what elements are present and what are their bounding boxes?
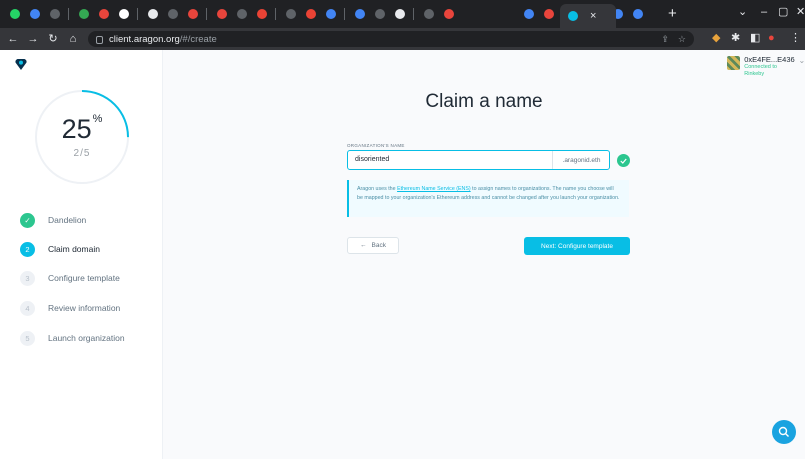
ens-info-box: Aragon uses the Ethereum Name Service (E… bbox=[347, 180, 629, 217]
tab-favicon-icon[interactable] bbox=[188, 9, 198, 19]
home-icon[interactable]: ⌂ bbox=[66, 33, 80, 45]
tab-favicon-icon[interactable] bbox=[30, 9, 40, 19]
tab-favicon-icon[interactable] bbox=[444, 9, 454, 19]
minimize-button[interactable]: – bbox=[761, 7, 767, 18]
extensions-puzzle-icon[interactable]: ✱ bbox=[731, 33, 740, 44]
aragon-create-org-app: 25% 2/5 ✓ Dandelion 2 Claim domain 3 Con… bbox=[0, 50, 805, 459]
network-status: Connected to Rinkeby bbox=[744, 64, 777, 77]
step-label: Review information bbox=[48, 303, 121, 313]
next-configure-template-button[interactable]: Next: Configure template bbox=[524, 237, 630, 255]
tab-favicon-icon[interactable] bbox=[50, 9, 60, 19]
account-address: 0xE4FE...E436 bbox=[744, 55, 795, 64]
tab-divider bbox=[413, 8, 414, 20]
close-window-button[interactable]: ✕ bbox=[796, 7, 805, 18]
lock-icon bbox=[96, 36, 103, 44]
tab-favicon-icon[interactable] bbox=[524, 9, 534, 19]
tab-favicon-icon[interactable] bbox=[79, 9, 89, 19]
tab-favicon-icon[interactable] bbox=[375, 9, 385, 19]
url-path: /#/create bbox=[179, 33, 217, 45]
tab-search-icon[interactable]: ⌄ bbox=[738, 7, 747, 18]
back-button[interactable]: ← Back bbox=[347, 237, 399, 254]
account-identicon-icon bbox=[727, 56, 741, 70]
progress-percent: 25% bbox=[61, 113, 103, 144]
search-icon bbox=[778, 426, 789, 437]
step-label: Configure template bbox=[48, 273, 120, 283]
tab-favicon-icon[interactable] bbox=[306, 9, 316, 19]
step-label: Claim domain bbox=[48, 244, 100, 254]
tab-favicon-icon[interactable] bbox=[119, 9, 129, 19]
steps-count: 2/5 bbox=[73, 148, 91, 159]
tab-favicon-icon[interactable] bbox=[355, 9, 365, 19]
account-badge[interactable]: 0xE4FE...E436 Connected to Rinkeby ⌄ bbox=[727, 56, 805, 78]
step-claim-domain: 2 Claim domain bbox=[20, 241, 100, 257]
step-label: Launch organization bbox=[48, 333, 125, 343]
tab-favicon-icon[interactable] bbox=[148, 9, 158, 19]
step-number: 2 bbox=[20, 241, 35, 257]
back-icon[interactable]: ← bbox=[6, 33, 20, 45]
tab-favicon-icon[interactable] bbox=[395, 9, 405, 19]
aragon-favicon-icon bbox=[568, 11, 578, 21]
step-launch-organization: 5 Launch organization bbox=[20, 330, 125, 346]
org-name-value: disoriented bbox=[355, 156, 390, 163]
step-number: 5 bbox=[20, 330, 35, 346]
reload-icon[interactable]: ↻ bbox=[46, 33, 60, 45]
maximize-button[interactable]: ▢ bbox=[778, 7, 788, 18]
tab-favicon-icon[interactable] bbox=[257, 9, 267, 19]
step-dandelion: ✓ Dandelion bbox=[20, 212, 86, 228]
step-number: 3 bbox=[20, 270, 35, 286]
tab-divider bbox=[275, 8, 276, 20]
browser-tab-bar bbox=[0, 0, 805, 28]
tab-favicon-icon[interactable] bbox=[633, 9, 643, 19]
url-host: client.aragon.org bbox=[109, 33, 180, 45]
name-available-check-icon bbox=[617, 154, 630, 167]
chevron-down-icon: ⌄ bbox=[798, 56, 805, 65]
tab-divider bbox=[344, 8, 345, 20]
tab-divider bbox=[68, 8, 69, 20]
domain-suffix: .aragonid.eth bbox=[552, 151, 610, 169]
tab-divider bbox=[137, 8, 138, 20]
back-button-label: Back bbox=[371, 242, 386, 249]
arrow-left-icon: ← bbox=[360, 242, 367, 249]
progress-ring: 25% 2/5 bbox=[33, 88, 131, 186]
tab-favicon-icon[interactable] bbox=[168, 9, 178, 19]
profile-avatar-icon[interactable]: ● bbox=[768, 33, 775, 44]
step-configure-template: 3 Configure template bbox=[20, 270, 120, 286]
tab-favicon-icon[interactable] bbox=[424, 9, 434, 19]
help-button[interactable] bbox=[772, 420, 796, 444]
active-tab[interactable]: × bbox=[560, 4, 616, 28]
ens-link[interactable]: Ethereum Name Service (ENS) bbox=[397, 186, 471, 192]
onboarding-sidebar: 25% 2/5 ✓ Dandelion 2 Claim domain 3 Con… bbox=[0, 50, 163, 459]
step-number: 4 bbox=[20, 300, 35, 316]
share-icon[interactable]: ⇪ bbox=[661, 34, 669, 45]
page-title: Claim a name bbox=[425, 91, 543, 112]
tab-favicon-icon[interactable] bbox=[10, 9, 20, 19]
metamask-extension-icon[interactable]: ◆ bbox=[712, 33, 720, 44]
org-name-label: ORGANIZATION'S NAME bbox=[347, 143, 405, 148]
side-panel-icon[interactable]: ◧ bbox=[750, 33, 760, 44]
browser-menu-icon[interactable]: ⋮ bbox=[790, 33, 801, 44]
tab-favicon-icon[interactable] bbox=[544, 9, 554, 19]
tab-favicon-icon[interactable] bbox=[99, 9, 109, 19]
tab-divider bbox=[206, 8, 207, 20]
tab-favicon-icon[interactable] bbox=[237, 9, 247, 19]
address-bar[interactable]: client.aragon.org /#/create ⇪ ☆ bbox=[88, 31, 694, 47]
org-name-input[interactable]: disoriented .aragonid.eth bbox=[347, 150, 610, 170]
checkmark-icon: ✓ bbox=[20, 212, 35, 228]
tab-favicon-icon[interactable] bbox=[286, 9, 296, 19]
forward-icon[interactable]: → bbox=[26, 33, 40, 45]
tab-favicon-icon[interactable] bbox=[326, 9, 336, 19]
bookmark-star-icon[interactable]: ☆ bbox=[678, 34, 686, 45]
close-tab-icon[interactable]: × bbox=[590, 10, 596, 22]
step-review-information: 4 Review information bbox=[20, 300, 120, 316]
aragon-logo-icon bbox=[15, 59, 27, 70]
step-label: Dandelion bbox=[48, 215, 87, 225]
tab-favicon-icon[interactable] bbox=[217, 9, 227, 19]
new-tab-button[interactable]: + bbox=[668, 6, 677, 21]
